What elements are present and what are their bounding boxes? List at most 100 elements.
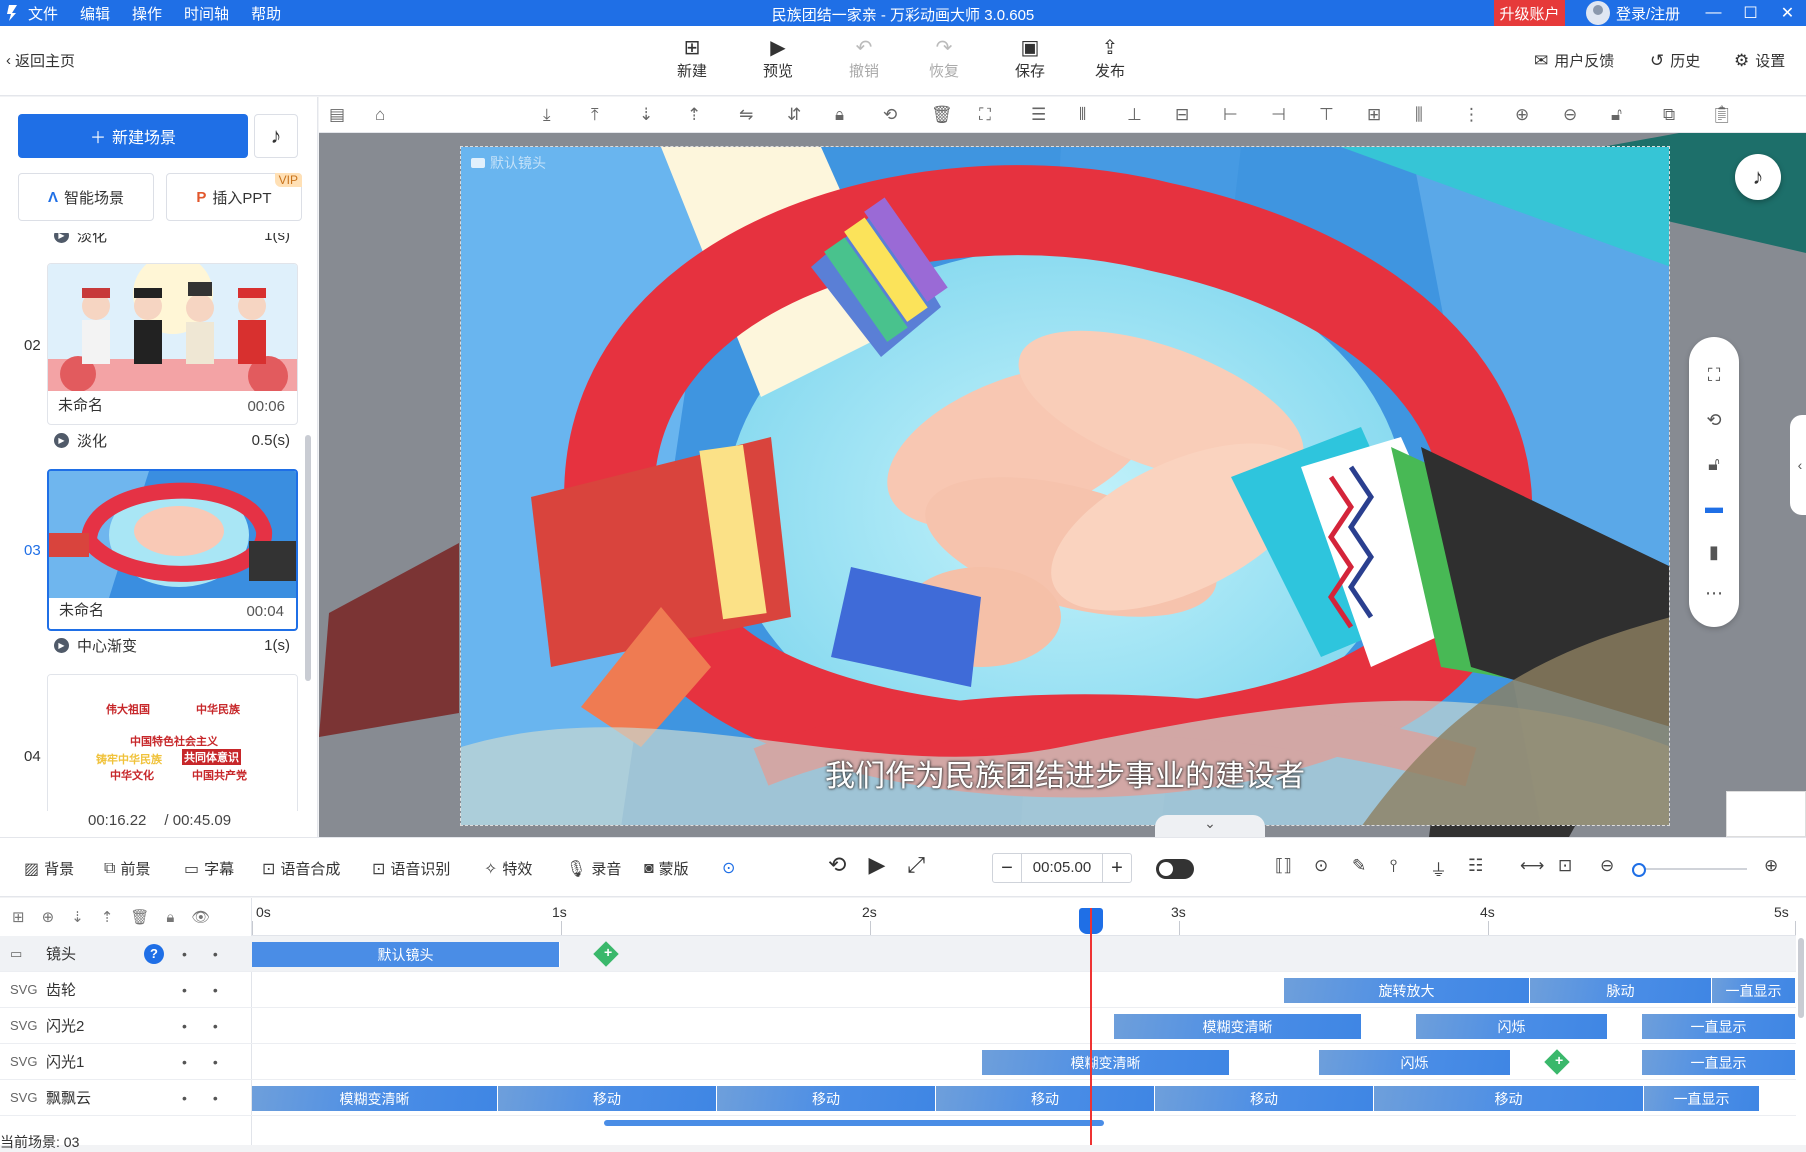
subtitle-text[interactable]: 我们作为民族团结进步事业的建设者 — [461, 751, 1669, 795]
unlock-icon[interactable]: 🔓︎ — [1611, 105, 1622, 125]
clip[interactable]: 一直显示 — [1644, 1086, 1760, 1111]
smart-scene-button[interactable]: Ʌ 智能场景 — [18, 173, 154, 221]
camera-snap-icon[interactable]: ⊙ — [1314, 856, 1328, 876]
scene-list-scrollbar[interactable] — [305, 435, 311, 681]
clip[interactable]: 移动 — [498, 1086, 717, 1111]
play-icon[interactable]: ▶ — [868, 852, 885, 878]
scene-card-04[interactable]: 伟大祖国 中华民族 中国特色社会主义 铸牢中华民族 共同体意识 中华文化 中国共… — [47, 674, 298, 811]
stage-canvas[interactable]: 默认镜头 我们作为民族团结进步事业的建设者 — [460, 146, 1670, 826]
distribute-h-icon[interactable]: ⫼ — [1415, 105, 1423, 125]
clip[interactable]: 脉动 — [1530, 978, 1712, 1003]
maximize-icon[interactable]: ☐ — [1732, 0, 1769, 26]
clip[interactable]: 移动 — [1374, 1086, 1644, 1111]
duration-value[interactable]: 00:05.00 — [1021, 854, 1103, 882]
delete-icon[interactable]: 🗑︎ — [931, 105, 953, 125]
align-middle-icon[interactable]: ⊟ — [1175, 105, 1189, 125]
clip[interactable]: 一直显示 — [1712, 978, 1796, 1003]
lock-icon[interactable]: 🔒︎ — [166, 909, 174, 926]
expand-panel-button[interactable]: ‹ — [1790, 415, 1806, 515]
clip[interactable]: 移动 — [1155, 1086, 1374, 1111]
clip[interactable]: 一直显示 — [1642, 1050, 1796, 1075]
background-button[interactable]: ▨ 背景 — [24, 858, 74, 879]
keyframe-icon[interactable]: ⟦⟧ — [1275, 856, 1292, 876]
mini-preview[interactable] — [1726, 791, 1806, 837]
rotate-icon[interactable]: ⟲ — [883, 105, 897, 125]
fit-screen-icon[interactable]: ⛶ — [1689, 365, 1739, 386]
effects-button[interactable]: ✧ 特效 — [484, 858, 532, 879]
music-fab-button[interactable]: ♪ — [1735, 154, 1781, 200]
more-tools-button[interactable]: ⊙ — [722, 858, 735, 878]
unlock-icon[interactable]: 🔓︎ — [1689, 454, 1739, 475]
new-scene-button[interactable]: ＋ 新建场景 — [18, 114, 248, 158]
transition-item[interactable]: ▶ 淡化 1(s) — [54, 233, 290, 247]
mobile-icon[interactable]: ▮ — [1689, 542, 1739, 563]
filter-icon[interactable]: ⏚ — [1430, 856, 1447, 881]
track-flash1[interactable]: SVG 闪光1 • • — [0, 1044, 252, 1080]
transition-item[interactable]: ▶ 淡化 0.5(s) — [54, 428, 290, 452]
transition-item[interactable]: ▶ 中心渐变 1(s) — [54, 633, 290, 657]
zoom-out-icon[interactable]: ⊖ — [1563, 105, 1577, 125]
move-top-icon[interactable]: ⤒ — [591, 105, 599, 125]
subtitle-button[interactable]: ▭ 字幕 — [184, 858, 234, 879]
save-button[interactable]: ▣ 保存 — [1000, 36, 1060, 81]
zoom-in-icon[interactable]: ⊕ — [1764, 856, 1778, 876]
record-button[interactable]: 🎙︎ 录音 — [566, 858, 621, 879]
align-vcenter-icon[interactable]: ⊞ — [1367, 105, 1381, 125]
back-home-button[interactable]: ‹ 返回主页 — [6, 50, 75, 71]
adjust-icon[interactable]: ☷ — [1468, 856, 1483, 876]
align-left-icon[interactable]: ⊢ — [1223, 105, 1238, 125]
distribute-v-icon[interactable]: ⋮ — [1463, 105, 1480, 125]
speech-recognition-button[interactable]: ⊡ 语音识别 — [372, 858, 450, 879]
timeline-vertical-scrollbar[interactable] — [1798, 938, 1804, 1018]
rotate-icon[interactable]: ⟲ — [1689, 410, 1739, 431]
ruler-icon[interactable]: ▤ — [329, 105, 345, 125]
fullscreen-icon[interactable]: ⤢ — [907, 852, 925, 878]
lock-icon[interactable]: 🔒︎ — [835, 105, 844, 125]
toggle-switch[interactable] — [1156, 859, 1194, 879]
track-gear[interactable]: SVG 齿轮 • • — [0, 972, 252, 1008]
track-toggles[interactable]: • • — [182, 1090, 218, 1106]
upgrade-account-button[interactable]: 升级账户 — [1494, 0, 1565, 26]
clip[interactable]: 闪烁 — [1319, 1050, 1511, 1075]
add-folder-icon[interactable]: ⊞ — [12, 908, 25, 926]
insert-ppt-button[interactable]: P 插入PPT VIP — [166, 173, 302, 221]
track-flash2[interactable]: SVG 闪光2 • • — [0, 1008, 252, 1044]
align-bottom-icon[interactable]: ⊥ — [1127, 105, 1142, 125]
desktop-icon[interactable]: ▬ — [1689, 497, 1739, 518]
clip[interactable]: 模糊变清晰 — [982, 1050, 1230, 1075]
track-toggles[interactable]: • • — [182, 1054, 218, 1070]
replay-icon[interactable]: ⟲ — [828, 852, 846, 878]
move-bottom-icon[interactable]: ⤓ — [543, 105, 551, 125]
actual-size-icon[interactable]: ⊡ — [1558, 856, 1572, 876]
login-button[interactable]: 登录/注册 — [1586, 0, 1680, 26]
more-icon[interactable]: ⋯ — [1689, 583, 1739, 604]
move-up-icon[interactable]: ⇡ — [101, 908, 114, 926]
zoom-in-icon[interactable]: ⊕ — [1515, 105, 1529, 125]
preview-button[interactable]: ▶ 预览 — [748, 36, 808, 81]
redo-button[interactable]: ↷ 恢复 — [914, 36, 974, 81]
collapse-button[interactable]: ⌄ — [1155, 815, 1265, 837]
help-icon[interactable]: ? — [144, 943, 164, 964]
zoom-out-icon[interactable]: ⊖ — [1600, 856, 1614, 876]
clip[interactable]: 移动 — [717, 1086, 936, 1111]
home-icon[interactable]: ⌂ — [375, 105, 385, 125]
fit-width-icon[interactable]: ⟷ — [1520, 856, 1544, 876]
feedback-button[interactable]: ✉ 用户反馈 — [1534, 50, 1614, 71]
foreground-button[interactable]: ⧉ 前景 — [104, 858, 150, 879]
tts-button[interactable]: ⊡ 语音合成 — [262, 858, 340, 879]
add-keyframe-icon[interactable] — [593, 941, 619, 967]
move-down-icon[interactable]: ⇣ — [71, 908, 84, 926]
time-ruler[interactable]: 0s 1s 2s 3s 4s 5s — [252, 898, 1796, 936]
copy-icon[interactable]: ⧉ — [1663, 105, 1675, 125]
align-top-icon[interactable]: ⊤ — [1319, 105, 1334, 125]
clip[interactable]: 一直显示 — [1642, 1014, 1796, 1039]
track-camera[interactable]: ▭ 镜头 ? • • — [0, 936, 252, 972]
close-icon[interactable]: ✕ — [1769, 0, 1806, 26]
flip-vertical-icon[interactable]: ⇵ — [787, 105, 801, 125]
clip[interactable]: 闪烁 — [1416, 1014, 1608, 1039]
clip[interactable]: 旋转放大 — [1284, 978, 1530, 1003]
horizontal-scrollbar[interactable] — [604, 1120, 1104, 1126]
distribute-icon[interactable]: ⫴ — [1079, 105, 1086, 125]
track-cloud[interactable]: SVG 飘飘云 • • — [0, 1080, 252, 1116]
scene-card-03[interactable]: 未命名 00:04 — [47, 469, 298, 631]
